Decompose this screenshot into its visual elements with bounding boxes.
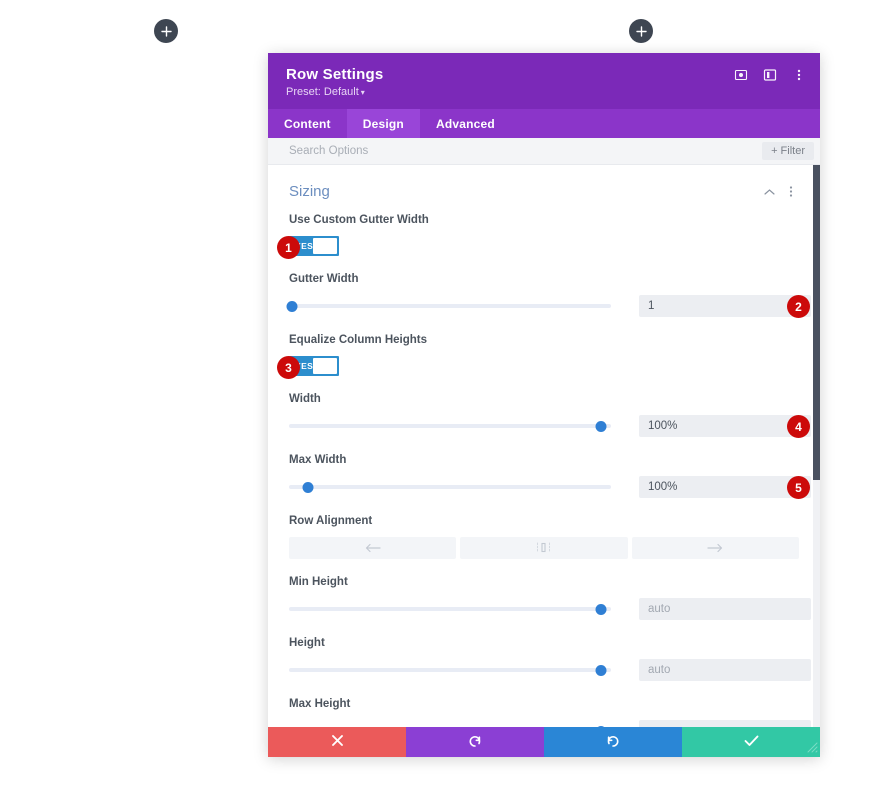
scrollbar-thumb[interactable]	[813, 165, 820, 480]
input-gutter-width[interactable]	[639, 295, 811, 317]
focus-icon[interactable]	[733, 67, 748, 82]
save-button[interactable]	[682, 727, 820, 757]
slider-handle[interactable]	[286, 300, 298, 312]
add-section-button-left[interactable]	[154, 19, 178, 43]
input-min-height[interactable]	[639, 598, 811, 620]
section-header-sizing: Sizing	[289, 165, 799, 214]
filter-button[interactable]: + Filter	[762, 142, 814, 160]
annotation-badge-5: 5	[787, 476, 810, 499]
align-right-button[interactable]	[631, 537, 799, 559]
toggle-knob	[313, 238, 337, 254]
search-bar: + Filter	[268, 138, 820, 165]
align-center-button[interactable]	[460, 537, 628, 559]
slider-track	[289, 304, 611, 308]
slider-max-width[interactable]	[289, 480, 611, 494]
redo-icon	[606, 734, 620, 751]
modal-header: Row Settings Preset: Default ▾	[268, 53, 820, 109]
field-label: Max Width	[289, 454, 347, 466]
slider-handle[interactable]	[595, 420, 607, 432]
field-min-height: Min Height	[289, 576, 811, 620]
field-row-alignment: Row Alignment	[289, 515, 799, 559]
toggle-knob	[313, 358, 337, 374]
slider-gutter-width[interactable]	[286, 299, 611, 313]
align-center-icon	[536, 541, 551, 556]
plus-icon	[160, 25, 172, 37]
slider-handle[interactable]	[302, 481, 314, 493]
align-left-button[interactable]	[289, 537, 457, 559]
tab-advanced[interactable]: Advanced	[420, 109, 511, 138]
check-icon	[744, 735, 759, 750]
tab-design[interactable]: Design	[346, 109, 420, 138]
cancel-button[interactable]	[268, 727, 406, 757]
field-max-width: Max Width 5	[289, 454, 811, 499]
input-width[interactable]	[639, 415, 811, 437]
align-right-icon	[707, 541, 724, 556]
search-input[interactable]	[289, 145, 763, 157]
input-height[interactable]	[639, 659, 811, 681]
field-gutter-width: Gutter Width 2	[286, 273, 811, 318]
annotation-badge-2: 2	[787, 295, 810, 318]
more-vertical-icon[interactable]	[783, 184, 799, 200]
tab-bar: Content Design Advanced	[268, 109, 820, 138]
slider-width[interactable]	[289, 419, 611, 433]
field-label: Equalize Column Heights	[289, 334, 428, 346]
undo-icon	[468, 734, 482, 751]
annotation-badge-4: 4	[787, 415, 810, 438]
tab-content[interactable]: Content	[268, 109, 347, 138]
chevron-up-icon[interactable]	[761, 184, 777, 200]
field-label: Gutter Width	[289, 273, 359, 285]
slider-height[interactable]	[289, 663, 611, 677]
modal-footer	[268, 727, 820, 757]
scrollbar-track[interactable]	[813, 165, 820, 727]
header-icon-group	[733, 67, 806, 82]
field-height: Height	[289, 637, 811, 681]
add-section-button-right[interactable]	[629, 19, 653, 43]
field-label: Width	[289, 393, 321, 405]
field-label: Use Custom Gutter Width	[289, 214, 429, 226]
slider-track	[289, 485, 611, 489]
field-use-custom-gutter-width: Use Custom Gutter Width YES 1	[277, 214, 799, 259]
slider-handle[interactable]	[595, 725, 607, 727]
chevron-down-icon: ▾	[360, 88, 365, 97]
field-width: Width 4	[289, 393, 811, 438]
layout-panel-icon[interactable]	[762, 67, 777, 82]
section-title: Sizing	[289, 183, 330, 200]
preset-label: Preset: Default	[286, 86, 359, 98]
field-label: Row Alignment	[289, 515, 373, 527]
input-max-width[interactable]	[639, 476, 811, 498]
field-label: Max Height	[289, 698, 351, 710]
page-canvas: Row Settings Preset: Default ▾ Content D…	[0, 0, 880, 812]
slider-max-height[interactable]	[289, 724, 611, 727]
plus-icon	[635, 25, 647, 37]
slider-track	[289, 607, 611, 611]
slider-min-height[interactable]	[289, 602, 611, 616]
resize-grip-icon[interactable]	[807, 741, 818, 756]
close-icon	[331, 734, 344, 750]
more-vertical-icon[interactable]	[791, 67, 806, 82]
input-max-height[interactable]	[639, 720, 811, 727]
field-label: Min Height	[289, 576, 348, 588]
annotation-badge-1: 1	[277, 236, 300, 259]
page-title: Row Settings	[286, 66, 384, 83]
align-left-icon	[364, 541, 381, 556]
field-equalize-column-heights: Equalize Column Heights YES 3	[277, 334, 799, 379]
settings-scroll-area: Sizing Use Custom Gutter Width YES 1 Gut…	[268, 165, 820, 727]
redo-button[interactable]	[544, 727, 682, 757]
row-settings-modal: Row Settings Preset: Default ▾ Content D…	[268, 53, 820, 757]
preset-selector[interactable]: Preset: Default ▾	[286, 86, 802, 98]
undo-button[interactable]	[406, 727, 544, 757]
field-max-height: Max Height	[289, 698, 811, 727]
slider-handle[interactable]	[595, 603, 607, 615]
annotation-badge-3: 3	[277, 356, 300, 379]
slider-track	[289, 668, 611, 672]
slider-handle[interactable]	[595, 664, 607, 676]
field-label: Height	[289, 637, 325, 649]
slider-track	[289, 424, 611, 428]
